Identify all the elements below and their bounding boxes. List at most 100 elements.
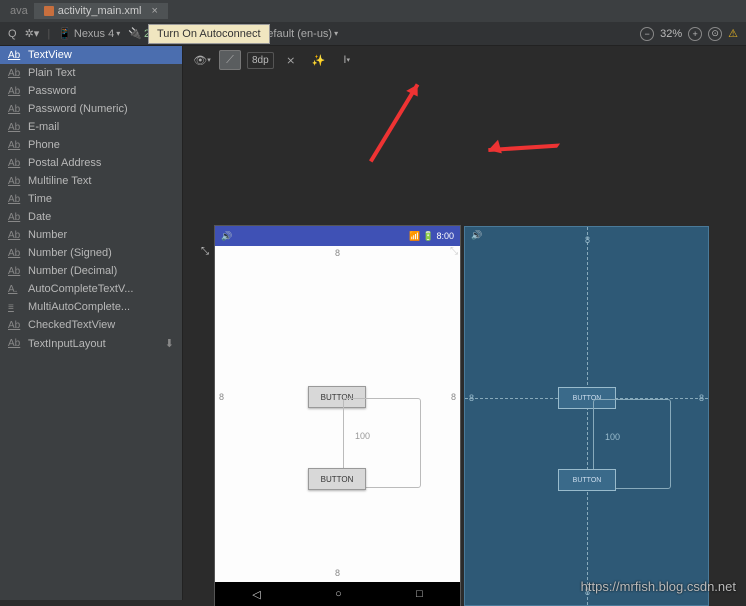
palette-item[interactable]: Ab Number (Signed) [0,244,182,262]
button-widget[interactable]: BUTTON [558,469,616,491]
palette-label: Date [28,211,51,223]
zoom-in-icon[interactable]: + [688,27,702,41]
resize-handle-icon[interactable]: ⤡ [201,246,209,257]
palette-item[interactable]: Ab Plain Text [0,64,182,82]
palette-item[interactable]: Ab Time [0,190,182,208]
text-widget-icon: Ab [8,50,22,61]
annotation-arrow-icon [329,78,446,177]
widget-palette: Ab TextView Ab Plain Text Ab Password AbPasswo… [0,46,183,600]
palette-label: Number (Decimal) [28,265,117,277]
palette-item[interactable]: Ab Phone [0,136,182,154]
text-widget-icon: Ab [8,320,22,331]
xml-file-icon [44,6,54,16]
warning-icon[interactable]: ⚠ [728,27,738,40]
text-widget-icon: A. [8,284,22,295]
distance-label: 100 [355,431,370,441]
tab-active[interactable]: activity_main.xml × [34,3,168,19]
text-widget-icon: Ab [8,104,22,115]
eye-icon[interactable]: 👁 ▾ [191,50,213,70]
palette-item[interactable]: AbPassword (Numeric) [0,100,182,118]
watermark: https://mrfish.blog.csdn.net [581,579,736,594]
tooltip-autoconnect: Turn On Autoconnect [148,24,270,44]
palette-item[interactable]: Ab Password [0,82,182,100]
palette-label: TextView [28,49,72,61]
back-icon: ◁ [252,588,260,601]
text-widget-icon: Ab [8,338,22,349]
palette-item[interactable]: ≡ MultiAutoComplete... [0,298,182,316]
margin-left: 8 [219,392,224,402]
tab-prev[interactable]: ava [4,3,34,19]
palette-label: Number [28,229,67,241]
palette-label: E-mail [28,121,59,133]
palette-label: CheckedTextView [28,319,115,331]
canvas-toolbar: 👁 ▾ ⟋ 8dp ⨯ ✨ I ▾ [183,46,746,74]
palette-item[interactable]: Ab Date [0,208,182,226]
download-icon[interactable]: ⬇ [165,337,174,350]
palette-item[interactable]: Ab Multiline Text [0,172,182,190]
wifi-icon: 📶 [409,231,420,241]
guide-vertical [587,227,588,605]
palette-item[interactable]: AbTextInputLayout⬇ [0,334,182,353]
align-icon[interactable]: I ▾ [336,50,358,70]
design-preview[interactable]: 🔊 📶 🔋 8:00 8 8 8 BUTTON 100 BUTTON 8 ◁○□ [215,226,460,606]
editor-tabs: ava activity_main.xml × [0,0,746,22]
text-widget-icon: Ab [8,140,22,151]
zoom-fit-icon[interactable]: ⊙ [708,27,722,41]
distance-label: 100 [605,432,620,442]
text-widget-icon: Ab [8,266,22,277]
button-widget[interactable]: BUTTON [308,468,366,490]
autoconnect-button[interactable]: ⟋ [219,50,241,70]
close-icon[interactable]: × [152,5,158,17]
text-widget-icon: Ab [8,86,22,97]
margin-right: 8 [699,393,704,403]
zoom-level: 32% [660,28,682,40]
margin-top: 8 [585,235,590,245]
text-widget-icon: Ab [8,248,22,259]
home-icon: ○ [335,588,342,600]
palette-label: MultiAutoComplete... [28,301,130,313]
margin-right: 8 [451,392,456,402]
margin-left: 8 [469,393,474,403]
text-widget-icon: Ab [8,230,22,241]
text-widget-icon: Ab [8,158,22,169]
resize-handle-icon[interactable]: ⤡ [450,246,458,257]
nav-bar: ◁ ○ □ [215,582,460,606]
palette-label: AutoCompleteTextV... [28,283,133,295]
margin-top: 8 [335,248,340,258]
speaker-icon: 🔊 [471,230,482,241]
palette-label: Plain Text [28,67,76,79]
palette-label: Multiline Text [28,175,91,187]
clear-constraints-icon[interactable]: ⨯ [280,50,302,70]
design-canvas[interactable]: 👁 ▾ ⟋ 8dp ⨯ ✨ I ▾ ⤡ 🔊 📶 🔋 8:00 8 [183,46,746,600]
status-bar: 🔊 📶 🔋 8:00 [215,226,460,246]
palette-item[interactable]: Ab Number [0,226,182,244]
text-widget-icon: Ab [8,212,22,223]
palette-item[interactable]: AbE-mail [0,118,182,136]
palette-item[interactable]: Ab TextView [0,46,182,64]
recents-icon: □ [416,588,423,600]
text-widget-icon: ≡ [8,302,22,313]
palette-item[interactable]: Ab Postal Address [0,154,182,172]
palette-label: Password [28,85,76,97]
palette-label: Number (Signed) [28,247,112,259]
device-select[interactable]: 📱 Nexus 4 ▾ [58,27,120,40]
palette-label: Phone [28,139,60,151]
text-widget-icon: Ab [8,68,22,79]
palette-item[interactable]: A. AutoCompleteTextV... [0,280,182,298]
default-margin[interactable]: 8dp [247,52,274,69]
gear-icon[interactable]: ✲▾ [25,27,40,40]
infer-constraints-icon[interactable]: ✨ [308,50,330,70]
palette-label: Postal Address [28,157,101,169]
blueprint-preview[interactable]: 🔊 8 8 8 BUTTON 100 BUTTON 8 [464,226,709,606]
palette-label: Time [28,193,52,205]
text-widget-icon: Ab [8,176,22,187]
design-toolbar: Q ✲▾ | 📱 Nexus 4 ▾ 🔌 28 ▾ ◉ AppTheme 🌐 D… [0,22,746,46]
zoom-out-icon[interactable]: − [640,27,654,41]
search-icon[interactable]: Q [8,28,17,40]
annotation-arrow-icon [479,73,588,191]
palette-item[interactable]: Ab Number (Decimal) [0,262,182,280]
speaker-icon: 🔊 [221,231,232,242]
palette-item[interactable]: Ab CheckedTextView [0,316,182,334]
tab-label: activity_main.xml [58,5,142,17]
text-widget-icon: Ab [8,194,22,205]
